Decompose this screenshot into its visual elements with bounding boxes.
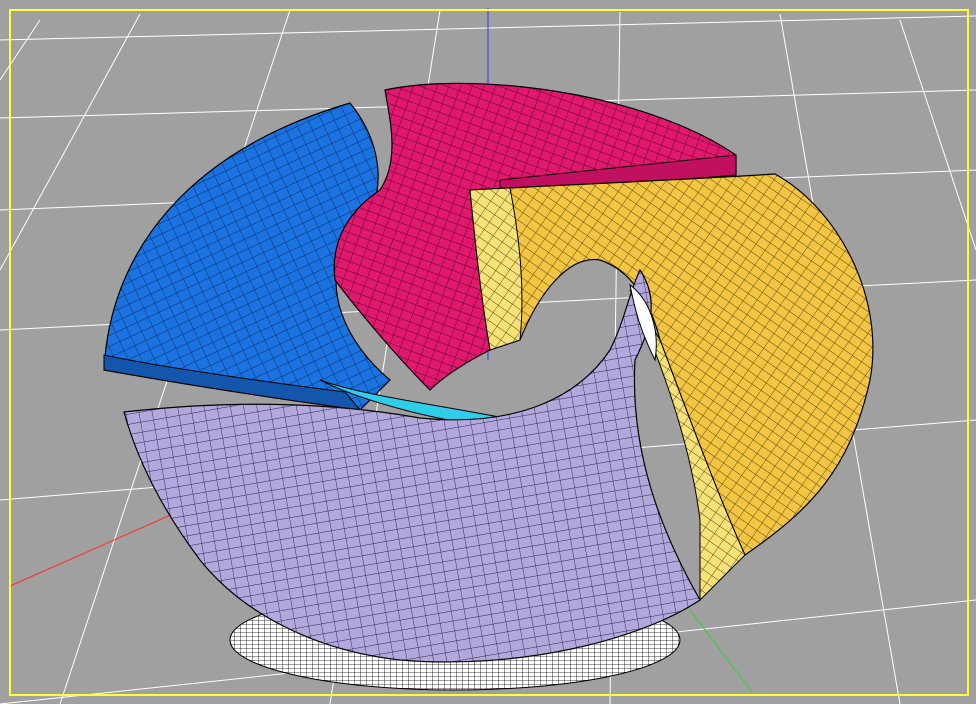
y-axis (689, 609, 753, 693)
3d-viewport[interactable] (0, 0, 976, 704)
scene-canvas[interactable] (0, 0, 976, 704)
